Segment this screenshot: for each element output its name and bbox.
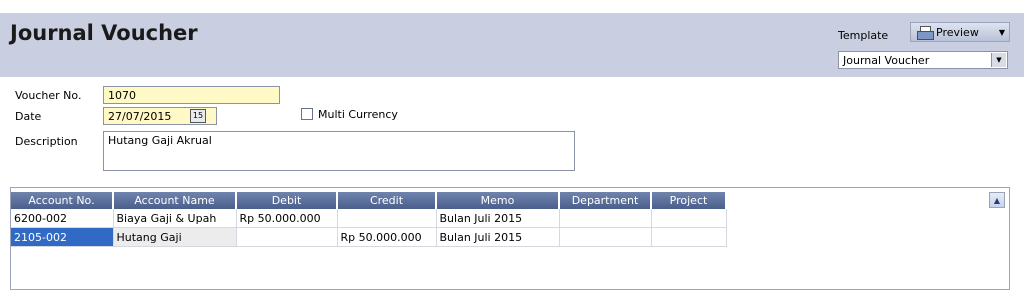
multi-currency-label: Multi Currency [318, 108, 398, 121]
column-header-credit[interactable]: Credit [337, 192, 437, 209]
calendar-icon[interactable]: 15 [190, 109, 206, 123]
voucher-label: Voucher No. [15, 89, 82, 102]
cell-memo[interactable]: Bulan Juli 2015 [436, 209, 560, 228]
column-header-debit[interactable]: Debit [236, 192, 338, 209]
cell-account-name[interactable]: Hutang Gaji [113, 227, 237, 247]
description-label: Description [15, 135, 78, 148]
cell-department[interactable] [559, 209, 652, 228]
cell-project[interactable] [651, 227, 727, 247]
scroll-up-icon[interactable]: ▲ [989, 192, 1005, 208]
cell-credit[interactable] [337, 209, 437, 228]
journal-grid: Account No. Account Name Debit Credit Me… [10, 187, 1010, 290]
cell-credit[interactable]: Rp 50.000.000 [337, 227, 437, 247]
cell-memo[interactable]: Bulan Juli 2015 [436, 227, 560, 247]
column-header-account-no[interactable]: Account No. [11, 192, 114, 209]
table-row[interactable]: 2105-002 Hutang Gaji Rp 50.000.000 Bulan… [11, 227, 727, 247]
date-value: 27/07/2015 [108, 110, 172, 123]
template-label: Template [838, 29, 889, 42]
column-header-project[interactable]: Project [651, 192, 727, 209]
template-select-value: Journal Voucher [843, 54, 930, 67]
multi-currency-checkbox[interactable] [301, 108, 313, 120]
printer-icon [917, 25, 934, 40]
table-header-row: Account No. Account Name Debit Credit Me… [11, 192, 727, 209]
voucher-field[interactable]: 1070 [103, 86, 280, 104]
column-header-department[interactable]: Department [559, 192, 652, 209]
column-header-account-name[interactable]: Account Name [113, 192, 237, 209]
cell-account-no[interactable]: 6200-002 [11, 209, 114, 228]
chevron-down-icon[interactable]: ▼ [991, 53, 1006, 67]
description-field[interactable]: Hutang Gaji Akrual [103, 131, 575, 171]
date-field[interactable]: 27/07/2015 15 [103, 107, 217, 125]
chevron-down-icon[interactable]: ▼ [999, 28, 1005, 37]
cell-project[interactable] [651, 209, 727, 228]
table-row[interactable]: 6200-002 Biaya Gaji & Upah Rp 50.000.000… [11, 209, 727, 228]
cell-debit[interactable]: Rp 50.000.000 [236, 209, 338, 228]
date-label: Date [15, 110, 42, 123]
column-header-memo[interactable]: Memo [436, 192, 560, 209]
preview-label: Preview [936, 25, 979, 39]
template-select[interactable]: Journal Voucher ▼ [838, 51, 1008, 69]
cell-account-no[interactable]: 2105-002 [11, 227, 114, 247]
cell-department[interactable] [559, 227, 652, 247]
cell-account-name[interactable]: Biaya Gaji & Upah [113, 209, 237, 228]
preview-button[interactable]: Preview ▼ [910, 22, 1010, 42]
journal-table: Account No. Account Name Debit Credit Me… [11, 192, 727, 247]
page-title: Journal Voucher [10, 21, 198, 45]
header-bar: Journal Voucher Template Preview ▼ Journ… [0, 13, 1024, 77]
cell-debit[interactable] [236, 227, 338, 247]
